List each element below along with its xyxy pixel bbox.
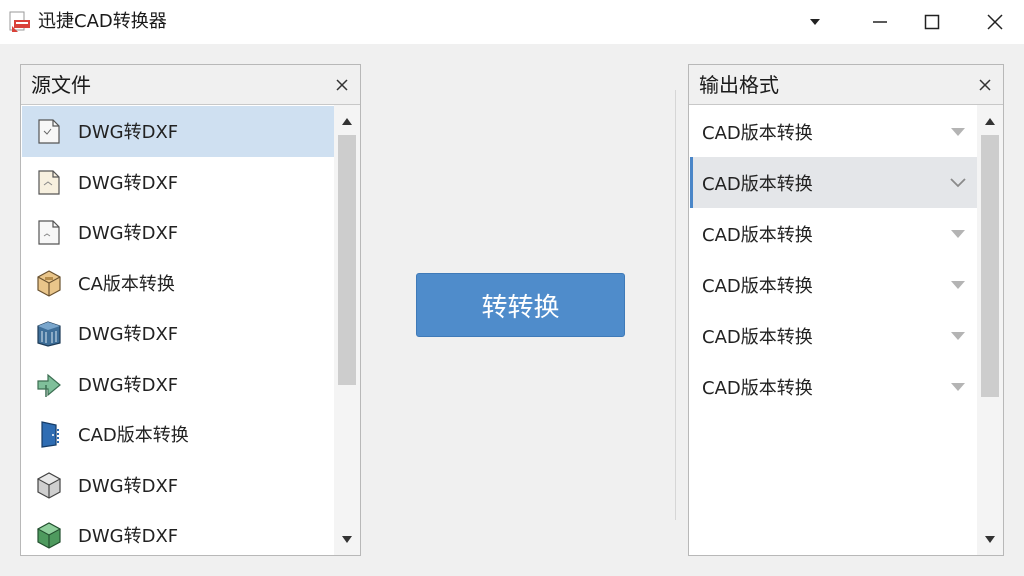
chevron-down-icon [951,229,965,238]
scroll-thumb[interactable] [338,135,356,385]
file-label: DWG转DXF [78,374,179,396]
scroll-up-button[interactable] [334,109,360,133]
green-cube-icon [36,522,62,549]
file-item[interactable]: DWG转DXF [22,308,335,359]
close-icon [979,79,991,91]
title-bar: 迅捷CAD转换器 [0,0,1024,44]
maximize-button[interactable] [907,0,957,44]
triangle-up-icon [342,117,352,125]
format-option[interactable]: CAD版本转换 [690,259,978,310]
file-label: DWG转DXF [78,526,179,548]
format-label: CAD版本转换 [702,122,813,144]
triangle-down-icon [342,535,352,543]
source-file-list: DWG转DXF DWG转DXF DWG转DXF CA版本转换 DWG转DXF D… [22,106,335,561]
chevron-down-icon [950,177,966,187]
door-icon [41,421,59,448]
file-label: DWG转DXF [78,475,179,497]
triangle-up-icon [985,117,995,125]
output-format-panel: 输出格式 CAD版本转换 CAD版本转换 CAD版本转换 CAD版本转换 CAD… [688,64,1004,556]
scroll-down-button[interactable] [334,527,360,551]
source-files-panel: 源文件 DWG转DXF DWG转DXF DWG转DXF CA版本转换 DWG转D… [20,64,361,556]
arrow-icon [37,373,61,397]
file-item[interactable]: DWG转DXF [22,106,335,157]
output-panel-header: 输出格式 [689,65,1003,105]
source-panel-title: 源文件 [31,73,91,97]
document-icon [38,220,60,245]
output-scrollbar[interactable] [977,105,1003,555]
format-option[interactable]: CAD版本转换 [690,361,978,412]
output-format-list: CAD版本转换 CAD版本转换 CAD版本转换 CAD版本转换 CAD版本转换 … [690,106,978,412]
format-option[interactable]: CAD版本转换 [690,157,978,208]
format-option[interactable]: CAD版本转换 [690,106,978,157]
format-label: CAD版本转换 [702,224,813,246]
close-icon [336,79,348,91]
file-label: CA版本转换 [78,273,175,295]
divider [675,90,676,520]
document-icon [38,119,60,144]
format-option[interactable]: CAD版本转换 [690,208,978,259]
source-panel-header: 源文件 [21,65,360,105]
chevron-down-icon [951,127,965,136]
scroll-up-button[interactable] [977,109,1003,133]
scroll-down-button[interactable] [977,527,1003,551]
format-option[interactable]: CAD版本转换 [690,310,978,361]
file-item[interactable]: CA版本转换 [22,258,335,309]
close-window-button[interactable] [970,0,1020,44]
file-item[interactable]: DWG转DXF [22,460,335,511]
scroll-thumb[interactable] [981,135,999,397]
file-label: DWG转DXF [78,324,179,346]
caret-down-icon [810,19,820,25]
file-item[interactable]: DWG转DXF [22,359,335,410]
chevron-down-icon [951,280,965,289]
document-icon [38,170,60,195]
file-item[interactable]: DWG转DXF [22,207,335,258]
cube-icon [36,472,62,499]
source-scrollbar[interactable] [334,105,360,555]
convert-button[interactable]: 转转换 [416,273,625,337]
box-icon [37,270,61,297]
format-label: CAD版本转换 [702,275,813,297]
file-item[interactable]: DWG转DXF [22,510,335,561]
output-panel-close-button[interactable] [973,73,997,97]
file-item[interactable]: CAD版本转换 [22,409,335,460]
file-label: DWG转DXF [78,223,179,245]
window-title: 迅捷CAD转换器 [38,11,167,32]
file-label: CAD版本转换 [78,425,189,447]
app-logo-icon [9,11,30,32]
chevron-down-icon [951,382,965,391]
triangle-down-icon [985,535,995,543]
file-label: DWG转DXF [78,122,179,144]
close-icon [987,14,1003,30]
format-label: CAD版本转换 [702,377,813,399]
file-item[interactable]: DWG转DXF [22,157,335,208]
minimize-icon [873,21,887,23]
format-label: CAD版本转换 [702,173,813,195]
building-icon [37,321,61,347]
window-menu-dropdown-button[interactable] [790,0,840,44]
minimize-button[interactable] [855,0,905,44]
format-label: CAD版本转换 [702,326,813,348]
maximize-icon [924,14,940,30]
chevron-down-icon [951,331,965,340]
output-panel-title: 输出格式 [699,73,779,97]
source-panel-close-button[interactable] [330,73,354,97]
file-label: DWG转DXF [78,172,179,194]
